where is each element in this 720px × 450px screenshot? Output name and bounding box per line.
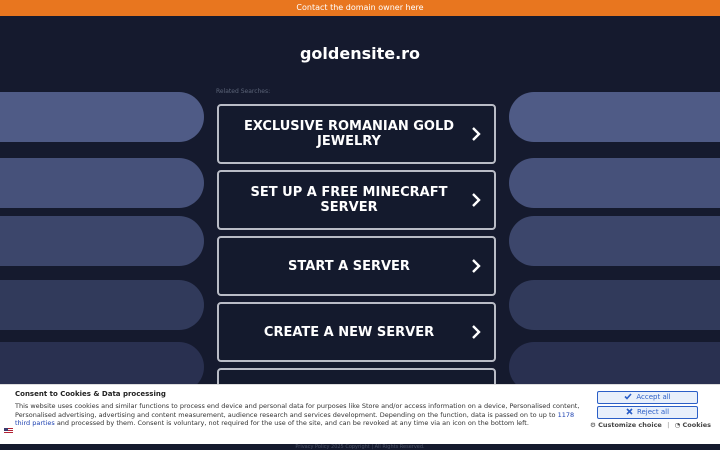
background-pill <box>509 216 720 266</box>
accept-all-button[interactable]: Accept all <box>597 391 698 404</box>
cookie-text: This website uses cookies and similar fu… <box>15 402 585 428</box>
check-icon <box>624 393 632 400</box>
related-searches-label: Related Searches: <box>216 88 271 95</box>
contact-owner-banner[interactable]: Contact the domain owner here <box>0 0 720 16</box>
chevron-right-icon <box>472 193 481 207</box>
cookies-link[interactable]: Cookies <box>683 421 712 429</box>
result-link-3[interactable]: START A SERVER <box>217 236 496 296</box>
result-link-4[interactable]: CREATE A NEW SERVER <box>217 302 496 362</box>
chevron-right-icon <box>472 259 481 273</box>
cookie-options-links: ⚙ Customize choice | ◔ Cookies <box>590 421 711 429</box>
cookie-title: Consent to Cookies & Data processing <box>15 390 166 398</box>
gear-icon: ⚙ <box>590 421 596 429</box>
background-pill <box>0 216 204 266</box>
result-label: EXCLUSIVE ROMANIAN GOLD JEWELRY <box>243 119 455 149</box>
cookie-consent-banner: Consent to Cookies & Data processing Thi… <box>0 384 720 444</box>
separator: | <box>667 421 670 429</box>
result-label: SET UP A FREE MINECRAFT SERVER <box>250 185 448 215</box>
cookie-text-before: This website uses cookies and similar fu… <box>15 402 580 419</box>
reject-all-button[interactable]: Reject all <box>597 406 698 419</box>
background-pill <box>509 158 720 208</box>
close-icon <box>626 408 633 415</box>
reject-all-label: Reject all <box>636 408 670 416</box>
background-pill <box>0 92 204 142</box>
result-link-2[interactable]: SET UP A FREE MINECRAFT SERVER <box>217 170 496 230</box>
accept-all-label: Accept all <box>636 393 671 401</box>
cookie-icon: ◔ <box>674 421 681 429</box>
cookie-text-after: and processed by them. Consent is volunt… <box>54 419 529 427</box>
background-pill <box>0 280 204 330</box>
footer: Privacy Policy 2025 Copyright | All Righ… <box>0 444 720 450</box>
customize-choice-link[interactable]: Customize choice <box>598 421 662 429</box>
chevron-right-icon <box>472 325 481 339</box>
result-link-1[interactable]: EXCLUSIVE ROMANIAN GOLD JEWELRY <box>217 104 496 164</box>
chevron-right-icon <box>472 127 481 141</box>
us-flag-icon[interactable] <box>4 428 13 434</box>
background-pill <box>509 92 720 142</box>
result-label: START A SERVER <box>288 258 410 274</box>
result-label: CREATE A NEW SERVER <box>263 324 435 340</box>
site-title: goldensite.ro <box>299 44 421 63</box>
background-pill <box>0 158 204 208</box>
background-pill <box>509 280 720 330</box>
